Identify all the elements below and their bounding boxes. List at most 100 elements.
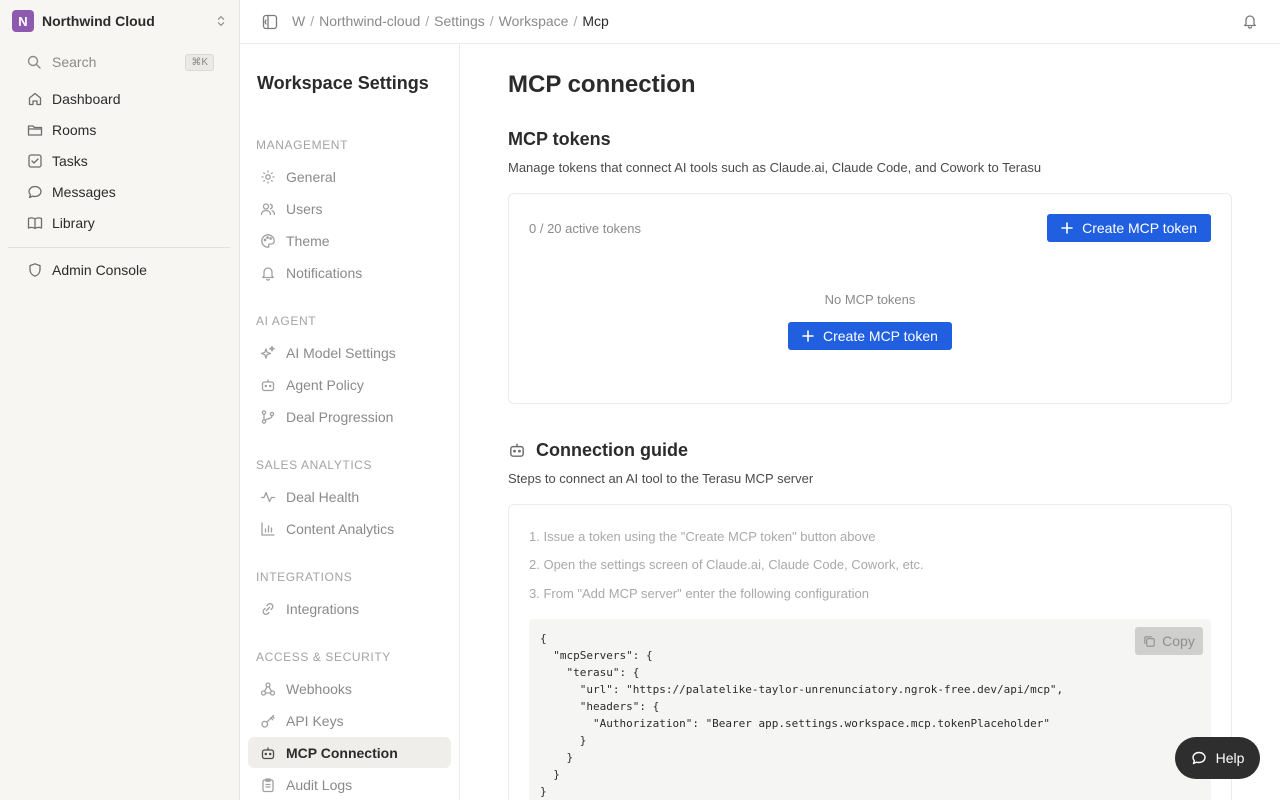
breadcrumb-item-org[interactable]: Northwind-cloud: [319, 13, 420, 29]
git-branch-icon: [261, 409, 275, 424]
nav-item-label: Rooms: [52, 122, 97, 138]
page-title: MCP connection: [508, 71, 696, 98]
nav-item-label: Library: [52, 215, 95, 231]
search-label: Search: [52, 54, 97, 70]
config-code: { "mcpServers": { "terasu": { "url": "ht…: [540, 632, 1064, 798]
section-label-ai-agent: AI AGENT: [256, 314, 317, 328]
nav-item-tasks[interactable]: Tasks: [20, 148, 230, 174]
settings-item-label: Deal Progression: [286, 408, 394, 425]
plus-icon: [802, 330, 814, 342]
create-mcp-token-label: Create MCP token: [1082, 220, 1197, 236]
breadcrumb-item-workspace[interactable]: Workspace: [499, 13, 569, 29]
settings-item-audit-logs[interactable]: Audit Logs: [248, 769, 451, 800]
breadcrumb-separator: /: [573, 13, 578, 29]
users-icon: [260, 202, 276, 215]
guide-card: 1. Issue a token using the "Create MCP t…: [508, 504, 1232, 800]
guide-heading: Connection guide: [536, 440, 688, 460]
check-square-icon: [28, 154, 42, 168]
settings-item-theme[interactable]: Theme: [248, 225, 451, 256]
search-icon: [27, 55, 41, 69]
settings-item-deal-progression[interactable]: Deal Progression: [248, 401, 451, 432]
settings-item-general[interactable]: General: [248, 161, 451, 192]
nav-item-rooms[interactable]: Rooms: [20, 117, 230, 143]
section-label-integrations: INTEGRATIONS: [256, 570, 353, 584]
breadcrumb-item-w[interactable]: W: [292, 13, 305, 29]
empty-state-create-button[interactable]: Create MCP token: [788, 322, 952, 350]
notification-bell-icon[interactable]: [1242, 13, 1258, 29]
tokens-heading: MCP tokens: [508, 129, 611, 149]
settings-item-ai-model-settings[interactable]: AI Model Settings: [248, 337, 451, 368]
copy-label: Copy: [1162, 633, 1195, 649]
settings-item-label: Integrations: [286, 600, 360, 617]
guide-description: Steps to connect an AI tool to the Teras…: [508, 471, 814, 486]
nav-item-label: Messages: [52, 184, 116, 200]
breadcrumb-separator: /: [425, 13, 430, 29]
search-shortcut-badge: ⌘K: [185, 53, 214, 71]
help-button[interactable]: Help: [1175, 737, 1260, 779]
settings-item-label: General: [286, 168, 336, 185]
top-bar: W / Northwind-cloud / Settings / Workspace / Mcp: [240, 0, 1280, 44]
breadcrumb-separator: /: [489, 13, 494, 29]
settings-item-label: Theme: [286, 232, 330, 249]
settings-item-content-analytics[interactable]: Content Analytics: [248, 513, 451, 544]
settings-item-label: Deal Health: [286, 488, 360, 505]
workspace-name: Northwind Cloud: [42, 13, 155, 29]
nav-item-admin-console[interactable]: Admin Console: [20, 257, 230, 283]
chat-bubble-icon: [1191, 751, 1206, 765]
sidebar-divider: [8, 247, 230, 248]
gear-icon: [261, 170, 275, 183]
settings-title: Workspace Settings: [257, 73, 429, 93]
copy-button[interactable]: Copy: [1135, 627, 1203, 655]
bell-icon: [262, 266, 274, 281]
plus-icon: [1061, 222, 1073, 234]
create-mcp-token-button[interactable]: Create MCP token: [1047, 214, 1211, 242]
guide-step-3: 3. From "Add MCP server" enter the follo…: [529, 586, 869, 601]
settings-item-users[interactable]: Users: [248, 193, 451, 224]
chevron-up-down-icon: [217, 16, 225, 26]
settings-item-api-keys[interactable]: API Keys: [248, 705, 451, 736]
empty-state-text: No MCP tokens: [824, 292, 916, 307]
nav-item-dashboard[interactable]: Dashboard: [20, 86, 230, 112]
settings-item-label: Audit Logs: [286, 776, 353, 793]
folder-icon: [27, 125, 43, 136]
settings-item-label: MCP Connection: [286, 744, 398, 761]
breadcrumb-separator: /: [310, 13, 315, 29]
breadcrumb-item-settings[interactable]: Settings: [434, 13, 485, 29]
settings-item-agent-policy[interactable]: Agent Policy: [248, 369, 451, 400]
chat-bubble-icon: [28, 185, 42, 199]
workspace-avatar: N: [12, 10, 34, 32]
workspace-switcher[interactable]: N Northwind Cloud: [12, 10, 228, 32]
key-icon: [261, 714, 275, 728]
bar-chart-icon: [261, 521, 275, 536]
activity-icon: [260, 491, 276, 502]
breadcrumb: W / Northwind-cloud / Settings / Workspace / Mcp: [292, 13, 609, 29]
settings-item-notifications[interactable]: Notifications: [248, 257, 451, 288]
robot-icon: [261, 747, 275, 759]
nav-item-messages[interactable]: Messages: [20, 179, 230, 205]
clipboard-icon: [262, 777, 274, 792]
app-sidebar: N Northwind Cloud Search ⌘K Dashboard Ro…: [0, 0, 240, 800]
sidebar-toggle-icon[interactable]: [262, 14, 278, 30]
help-label: Help: [1215, 750, 1245, 766]
settings-item-mcp-connection[interactable]: MCP Connection: [248, 737, 451, 768]
book-icon: [27, 217, 43, 230]
section-label-sales-analytics: SALES ANALYTICS: [256, 458, 373, 472]
search-button[interactable]: Search ⌘K: [20, 50, 214, 74]
settings-item-integrations[interactable]: Integrations: [248, 593, 451, 624]
nav-item-label: Tasks: [52, 153, 88, 169]
config-code-block: { "mcpServers": { "terasu": { "url": "ht…: [529, 619, 1211, 800]
copy-icon: [1144, 635, 1155, 647]
palette-icon: [261, 233, 275, 248]
settings-item-label: API Keys: [286, 712, 344, 729]
guide-step-2: 2. Open the settings screen of Claude.ai…: [529, 557, 924, 572]
settings-item-webhooks[interactable]: Webhooks: [248, 673, 451, 704]
nav-item-label: Dashboard: [52, 91, 121, 107]
tokens-card: 0 / 20 active tokens Create MCP token No…: [508, 193, 1232, 404]
settings-item-deal-health[interactable]: Deal Health: [248, 481, 451, 512]
webhook-icon: [260, 681, 276, 696]
nav-item-library[interactable]: Library: [20, 210, 230, 236]
section-label-management: MANAGEMENT: [256, 138, 349, 152]
settings-item-label: Agent Policy: [286, 376, 364, 393]
tokens-description: Manage tokens that connect AI tools such…: [508, 160, 1042, 175]
shield-icon: [29, 263, 41, 277]
